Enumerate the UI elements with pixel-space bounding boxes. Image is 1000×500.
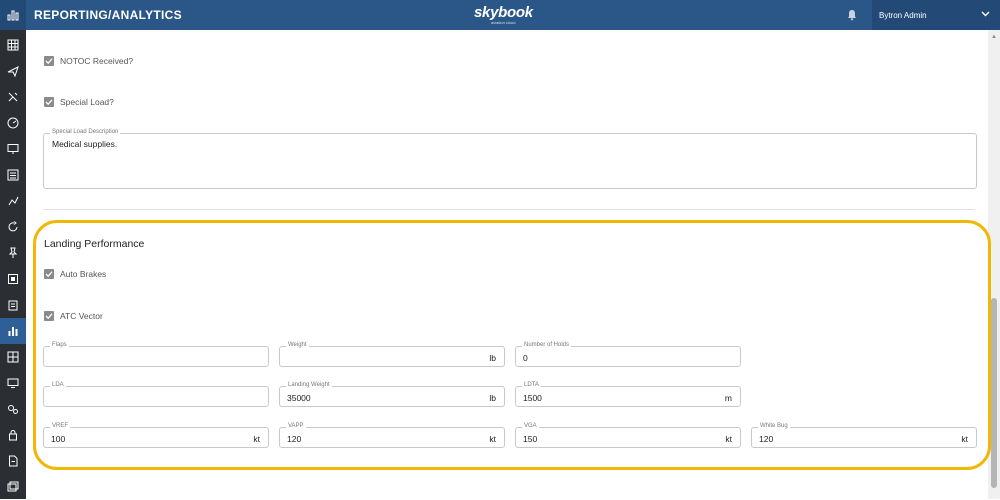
vapp-caption: VAPP: [286, 423, 306, 429]
reporting-icon[interactable]: [0, 318, 26, 344]
presentation-icon[interactable]: [0, 136, 26, 162]
notoc-checkbox[interactable]: [44, 56, 54, 66]
settings-icon[interactable]: [0, 396, 26, 422]
landing-performance-title: Landing Performance: [44, 238, 145, 250]
flaps-field[interactable]: Flaps: [43, 342, 269, 367]
vref-field[interactable]: VREF 100 kt: [43, 423, 269, 448]
flight-ops-icon[interactable]: [0, 84, 26, 110]
gauge-icon[interactable]: [0, 110, 26, 136]
chevron-down-icon: [981, 10, 990, 19]
monitor-icon[interactable]: [0, 370, 26, 396]
weight-caption: Weight: [286, 342, 309, 348]
lock-icon[interactable]: [0, 422, 26, 448]
weight-field[interactable]: Weight lb: [279, 342, 505, 367]
vref-caption: VREF: [50, 423, 71, 429]
atc-vector-checkbox[interactable]: [44, 311, 54, 321]
vapp-unit: kt: [489, 434, 496, 444]
flaps-caption: Flaps: [50, 342, 69, 348]
landing-weight-field[interactable]: Landing Weight 35000 lb: [279, 382, 505, 407]
section-divider: [43, 209, 975, 210]
vga-value: 150: [523, 434, 538, 444]
vga-caption: VGA: [522, 423, 539, 429]
number-of-holds-value: 0: [523, 353, 528, 363]
number-of-holds-field[interactable]: Number of Holds 0: [515, 342, 741, 367]
scroll-up-icon[interactable]: ▲: [991, 34, 997, 40]
auto-brakes-label: Auto Brakes: [60, 269, 107, 279]
gallery-icon[interactable]: [0, 474, 26, 500]
logo-subtitle: aviation cloud: [491, 20, 516, 25]
special-load-description-caption: Special Load Description: [50, 129, 121, 135]
list-icon[interactable]: [0, 162, 26, 188]
landing-weight-value: 35000: [287, 393, 311, 403]
skybook-logo: skybook: [474, 4, 533, 21]
airplane-icon[interactable]: [0, 58, 26, 84]
lda-field[interactable]: LDA: [43, 382, 269, 407]
file-icon[interactable]: [0, 448, 26, 474]
auto-brakes-checkbox[interactable]: [44, 269, 54, 279]
white-bug-unit: kt: [961, 434, 968, 444]
top-bar: REPORTING/ANALYTICS skybook aviation clo…: [0, 0, 1000, 30]
user-name: Bytron Admin: [879, 10, 927, 20]
user-menu[interactable]: Bytron Admin: [872, 0, 1000, 30]
white-bug-field[interactable]: White Bug 120 kt: [751, 423, 977, 448]
table-icon[interactable]: [0, 32, 26, 58]
notoc-label: NOTOC Received?: [60, 56, 134, 66]
pin-icon[interactable]: [0, 240, 26, 266]
vref-unit: kt: [253, 434, 260, 444]
special-load-description-value: Medical supplies.: [52, 139, 118, 149]
refresh-icon[interactable]: [0, 214, 26, 240]
vapp-value: 120: [287, 434, 302, 444]
special-load-label: Special Load?: [60, 97, 114, 107]
spreadsheet-icon[interactable]: [0, 344, 26, 370]
landing-weight-unit: lb: [489, 393, 496, 403]
special-load-checkbox[interactable]: [44, 97, 54, 107]
vga-field[interactable]: VGA 150 kt: [515, 423, 741, 448]
sidebar: [0, 30, 26, 499]
vapp-field[interactable]: VAPP 120 kt: [279, 423, 505, 448]
number-of-holds-caption: Number of Holds: [522, 342, 572, 348]
special-load-description-field[interactable]: Special Load Description Medical supplie…: [43, 129, 977, 189]
document-icon[interactable]: [0, 266, 26, 292]
routes-icon[interactable]: [0, 188, 26, 214]
bell-icon[interactable]: [846, 8, 860, 22]
ldta-value: 1500: [523, 393, 542, 403]
reporting-menu-icon[interactable]: [0, 0, 26, 30]
clipboard-icon[interactable]: [0, 292, 26, 318]
white-bug-caption: White Bug: [758, 423, 790, 429]
landing-weight-caption: Landing Weight: [286, 382, 332, 388]
lda-caption: LDA: [50, 382, 66, 388]
ldta-field[interactable]: LDTA 1500 m: [515, 382, 741, 407]
ldta-unit: m: [724, 393, 732, 403]
scrollbar-thumb[interactable]: [991, 298, 997, 488]
ldta-caption: LDTA: [522, 382, 541, 388]
white-bug-value: 120: [759, 434, 774, 444]
vref-value: 100: [51, 434, 66, 444]
page-title: REPORTING/ANALYTICS: [34, 8, 182, 22]
weight-unit: lb: [489, 353, 496, 363]
atc-vector-label: ATC Vector: [60, 311, 103, 321]
vga-unit: kt: [725, 434, 732, 444]
